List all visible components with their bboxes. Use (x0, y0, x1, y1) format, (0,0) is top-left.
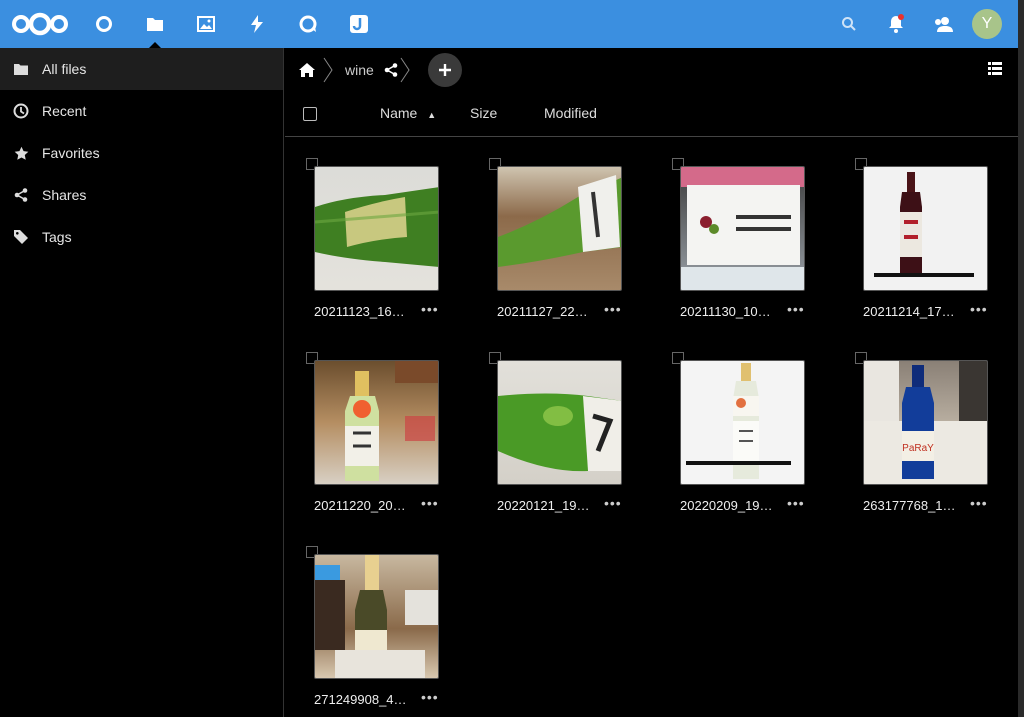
file-tile[interactable]: 20220121_19… ••• (468, 332, 628, 513)
sidebar-item-tags[interactable]: Tags (0, 216, 283, 258)
file-thumbnail[interactable]: PaRaY (863, 360, 988, 485)
files-icon[interactable] (129, 0, 180, 48)
more-actions-icon[interactable]: ••• (421, 689, 439, 705)
file-name[interactable]: 263177768_1… (863, 498, 961, 513)
more-actions-icon[interactable]: ••• (421, 495, 439, 511)
file-tile[interactable]: 20211220_20… ••• (285, 332, 445, 513)
file-tile[interactable]: 20211214_17… ••• (834, 138, 994, 319)
more-actions-icon[interactable]: ••• (970, 301, 988, 317)
sidebar-item-label: All files (42, 61, 87, 77)
clock-icon (13, 103, 29, 119)
more-actions-icon[interactable]: ••• (970, 495, 988, 511)
sort-ascending-icon: ▲ (427, 110, 437, 120)
list-view-icon[interactable] (988, 62, 1002, 80)
more-actions-icon[interactable]: ••• (604, 495, 622, 511)
more-actions-icon[interactable]: ••• (604, 301, 622, 317)
file-thumbnail[interactable] (314, 360, 439, 485)
svg-text:PaRaY: PaRaY (902, 443, 934, 454)
activity-icon[interactable] (231, 0, 282, 48)
talk-icon[interactable] (282, 0, 333, 48)
sidebar-item-shares[interactable]: Shares (0, 174, 283, 216)
home-icon[interactable] (299, 63, 315, 77)
file-thumbnail[interactable] (863, 166, 988, 291)
file-tile[interactable]: 20211127_22… ••• (468, 138, 628, 319)
tag-icon (13, 229, 29, 245)
more-actions-icon[interactable]: ••• (421, 301, 439, 317)
plus-icon (438, 64, 451, 76)
sidebar-item-favorites[interactable]: Favorites (0, 132, 283, 174)
sidebar-item-label: Recent (42, 103, 87, 119)
search-icon[interactable] (825, 0, 872, 48)
file-name[interactable]: 20211123_16… (314, 304, 412, 319)
contacts-icon[interactable] (919, 0, 966, 48)
file-name[interactable]: 20211220_20… (314, 498, 412, 513)
more-actions-icon[interactable]: ••• (787, 495, 805, 511)
select-all-checkbox[interactable] (303, 107, 317, 121)
file-thumbnail[interactable] (680, 360, 805, 485)
file-tile[interactable]: 20211123_16… ••• (285, 138, 445, 319)
joplin-icon[interactable] (333, 0, 384, 48)
file-thumbnail[interactable] (497, 360, 622, 485)
column-modified[interactable]: Modified (544, 105, 597, 121)
sidebar-item-label: Favorites (42, 145, 100, 161)
photos-icon[interactable] (180, 0, 231, 48)
sidebar-item-all-files[interactable]: All files (0, 48, 283, 90)
file-name[interactable]: 20211130_10… (680, 304, 778, 319)
breadcrumb-separator (400, 57, 410, 83)
file-thumbnail[interactable] (497, 166, 622, 291)
file-tile[interactable]: 271249908_4… ••• (285, 526, 445, 707)
dashboard-icon[interactable] (78, 0, 129, 48)
share-icon[interactable] (384, 63, 398, 77)
file-list-area: wine Name ▲ Size Modified 20211123_16… •… (285, 48, 1018, 717)
nextcloud-logo[interactable] (10, 0, 70, 48)
file-name[interactable]: 271249908_4… (314, 692, 412, 707)
share-icon (13, 187, 29, 203)
sidebar-item-label: Shares (42, 187, 87, 203)
column-name[interactable]: Name ▲ (380, 105, 436, 121)
file-list-header: Name ▲ Size Modified (285, 92, 1018, 137)
file-thumbnail[interactable] (314, 554, 439, 679)
file-tile[interactable]: PaRaY 263177768_1… ••• (834, 332, 994, 513)
top-bar: Y (0, 0, 1018, 48)
file-tile[interactable]: 20211130_10… ••• (651, 138, 811, 319)
add-new-button[interactable] (427, 53, 462, 87)
sidebar: All files Recent Favorites Shares Tags (0, 48, 284, 717)
file-name[interactable]: 20211214_17… (863, 304, 961, 319)
more-actions-icon[interactable]: ••• (787, 301, 805, 317)
file-name[interactable]: 20211127_22… (497, 304, 595, 319)
file-thumbnail[interactable] (314, 166, 439, 291)
file-tile[interactable]: 20220209_19… ••• (651, 332, 811, 513)
breadcrumb-folder[interactable]: wine (345, 62, 374, 78)
notification-badge (898, 14, 904, 20)
notifications-icon[interactable] (872, 0, 919, 48)
avatar[interactable]: Y (972, 9, 1002, 39)
folder-icon (13, 61, 29, 77)
sidebar-item-label: Tags (42, 229, 72, 245)
column-size[interactable]: Size (470, 105, 497, 121)
window-edge (1018, 0, 1024, 717)
breadcrumb-separator (323, 57, 333, 83)
file-name[interactable]: 20220121_19… (497, 498, 595, 513)
star-icon (13, 145, 29, 161)
sidebar-item-recent[interactable]: Recent (0, 90, 283, 132)
file-thumbnail[interactable] (680, 166, 805, 291)
file-name[interactable]: 20220209_19… (680, 498, 778, 513)
breadcrumb: wine (285, 48, 1018, 92)
